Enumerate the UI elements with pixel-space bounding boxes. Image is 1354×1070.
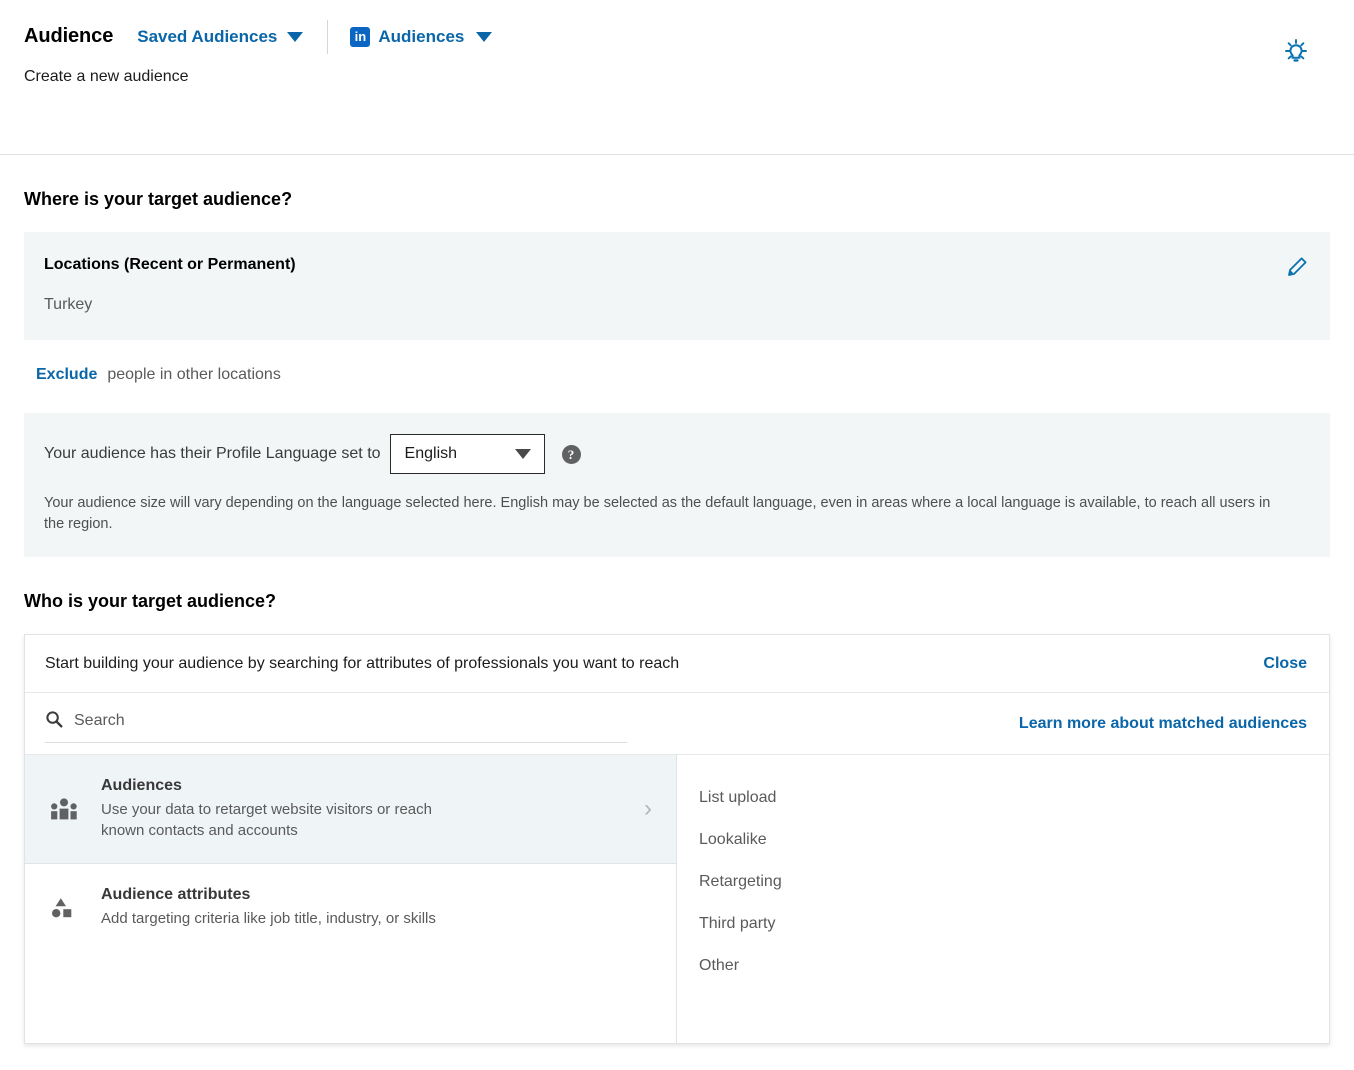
- search-icon: [45, 710, 63, 733]
- search-field-wrapper[interactable]: [45, 710, 627, 743]
- sub-option-third-party[interactable]: Third party: [699, 903, 1329, 945]
- shapes-icon: [47, 895, 81, 921]
- audience-builder-body: Audiences Use your data to retarget webs…: [25, 755, 1329, 1043]
- profile-language-panel: Your audience has their Profile Language…: [24, 413, 1330, 557]
- page-title: Audience: [24, 25, 113, 48]
- people-group-icon: [47, 796, 81, 822]
- audience-sub-options-column: List upload Lookalike Retargeting Third …: [677, 755, 1329, 1043]
- option-audiences-description: Use your data to retarget website visito…: [101, 799, 451, 841]
- saved-audiences-dropdown[interactable]: Saved Audiences: [137, 27, 303, 47]
- chevron-down-icon: [515, 449, 531, 459]
- exclude-description: people in other locations: [107, 366, 280, 384]
- option-audience-attributes-title: Audience attributes: [101, 886, 660, 904]
- option-audiences-title: Audiences: [101, 777, 624, 795]
- locations-panel: Locations (Recent or Permanent) Turkey: [24, 232, 1330, 340]
- audience-builder-card: Start building your audience by searchin…: [24, 634, 1330, 1044]
- sub-option-retargeting[interactable]: Retargeting: [699, 861, 1329, 903]
- help-icon[interactable]: ?: [562, 445, 581, 464]
- top-bar-row: Audience Saved Audiences in Audiences: [0, 0, 1354, 40]
- option-audiences[interactable]: Audiences Use your data to retarget webs…: [25, 755, 676, 864]
- create-new-audience-label: Create a new audience: [0, 40, 1354, 86]
- option-audience-attributes-text: Audience attributes Add targeting criter…: [101, 886, 660, 929]
- linkedin-logo-icon: in: [350, 27, 370, 47]
- exclude-row: Exclude people in other locations: [24, 366, 1330, 384]
- option-audience-attributes[interactable]: Audience attributes Add targeting criter…: [25, 864, 676, 951]
- option-audiences-text: Audiences Use your data to retarget webs…: [101, 777, 624, 841]
- profile-language-value: English: [405, 445, 457, 463]
- header-divider: [327, 20, 328, 54]
- saved-audiences-label: Saved Audiences: [137, 27, 277, 47]
- audience-options-column: Audiences Use your data to retarget webs…: [25, 755, 677, 1043]
- option-audience-attributes-description: Add targeting criteria like job title, i…: [101, 908, 451, 929]
- profile-language-note: Your audience size will vary depending o…: [44, 493, 1274, 535]
- search-input[interactable]: [74, 712, 627, 730]
- profile-language-row: Your audience has their Profile Language…: [44, 434, 1306, 474]
- profile-language-label: Your audience has their Profile Language…: [44, 445, 381, 463]
- exclude-link[interactable]: Exclude: [36, 366, 97, 384]
- locations-value: Turkey: [44, 296, 1306, 314]
- audience-search-row: Learn more about matched audiences: [25, 693, 1329, 755]
- top-bar: Audience Saved Audiences in Audiences: [0, 0, 1354, 155]
- profile-language-select[interactable]: English: [390, 434, 545, 474]
- audience-builder-header: Start building your audience by searchin…: [25, 635, 1329, 693]
- pencil-icon[interactable]: [1286, 256, 1308, 278]
- chevron-down-icon: [287, 32, 303, 42]
- chevron-down-icon: [476, 32, 492, 42]
- main-content: Where is your target audience? Locations…: [0, 189, 1354, 1044]
- lightbulb-icon[interactable]: [1280, 36, 1312, 68]
- audience-builder-prompt: Start building your audience by searchin…: [45, 655, 679, 673]
- chevron-right-icon: ›: [644, 797, 652, 821]
- locations-title: Locations (Recent or Permanent): [44, 256, 1306, 274]
- where-section-heading: Where is your target audience?: [24, 189, 1330, 210]
- sub-option-list-upload[interactable]: List upload: [699, 777, 1329, 819]
- who-section-heading: Who is your target audience?: [24, 591, 1330, 612]
- linkedin-audiences-label: Audiences: [378, 27, 464, 47]
- linkedin-audiences-dropdown[interactable]: in Audiences: [350, 27, 492, 47]
- sub-option-lookalike[interactable]: Lookalike: [699, 819, 1329, 861]
- sub-option-other[interactable]: Other: [699, 945, 1329, 987]
- learn-more-link[interactable]: Learn more about matched audiences: [1019, 715, 1307, 733]
- close-button[interactable]: Close: [1263, 655, 1307, 673]
